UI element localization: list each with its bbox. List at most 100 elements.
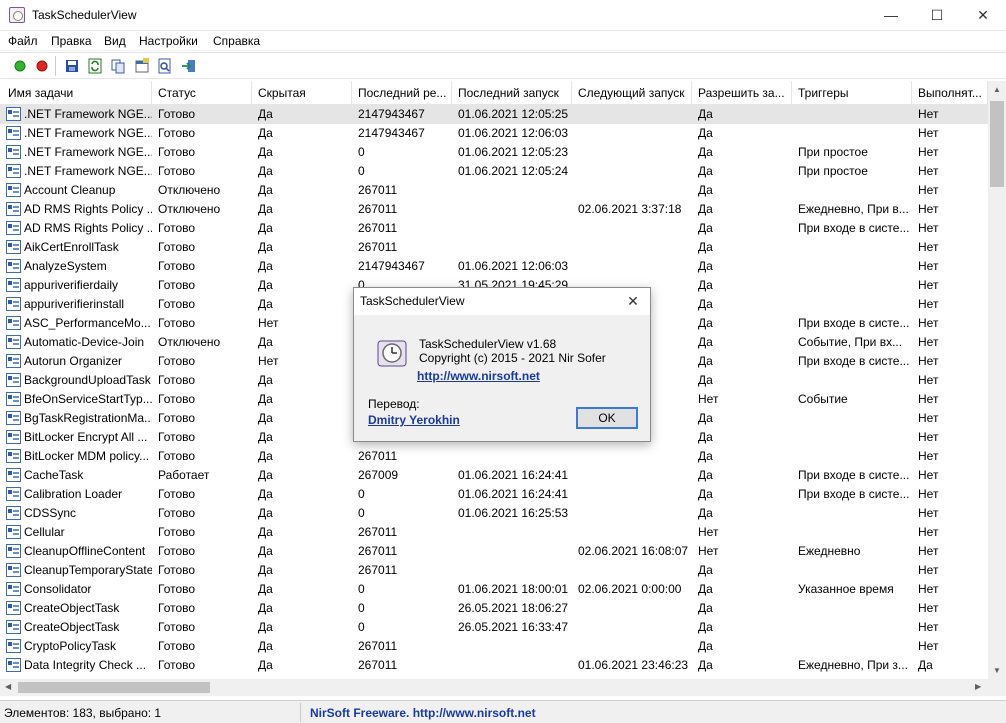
cell-next-run: 01.06.2021 23:46:23 — [578, 658, 689, 672]
status-nirsoft-link[interactable]: NirSoft Freeware. http://www.nirsoft.net — [310, 706, 536, 720]
table-row[interactable]: CDSSync Готово Да 0 01.06.2021 16:25:53 Да Нет — [0, 504, 988, 523]
minimize-button[interactable]: — — [868, 0, 914, 31]
status-item-count: Элементов: 183, выбрано: 1 — [4, 706, 162, 720]
cell-triggers — [790, 618, 912, 637]
menu-bar: Файл Правка Вид Настройки Справка — [0, 31, 1006, 51]
table-row[interactable]: CryptoPolicyTask Готово Да 267011 Да Нет — [0, 637, 988, 656]
column-header-hidden[interactable]: Скрытая — [250, 81, 352, 105]
scroll-left-icon[interactable]: ◀ — [5, 682, 11, 691]
menu-view[interactable]: Вид — [104, 34, 126, 48]
column-header-last-result[interactable]: Последний ре... — [350, 81, 452, 105]
scroll-up-icon[interactable]: ▲ — [993, 85, 1001, 94]
table-row[interactable]: Calibration Loader Готово Да 0 01.06.2021 16… — [0, 485, 988, 504]
about-website-link[interactable]: http://www.nirsoft.net — [417, 369, 540, 383]
maximize-button[interactable]: ☐ — [914, 0, 960, 31]
cell-task-name: Account Cleanup — [24, 183, 116, 197]
column-header-execute[interactable]: Выполнят... — [910, 81, 988, 105]
table-row[interactable]: .NET Framework NGE... Готово Да 2147943467 0… — [0, 105, 988, 124]
menu-help[interactable]: Справка — [213, 34, 260, 48]
table-row[interactable]: BitLocker MDM policy... Готово Да 267011 Да Н… — [0, 447, 988, 466]
cell-execute: Нет — [918, 430, 939, 444]
menu-settings[interactable]: Настройки — [139, 34, 198, 48]
table-row[interactable]: CleanupOfflineContent Готово Да 267011 02.06… — [0, 542, 988, 561]
copy-icon[interactable] — [110, 58, 126, 74]
about-ok-button[interactable]: OK — [576, 407, 638, 429]
properties-icon[interactable] — [134, 58, 150, 74]
find-icon[interactable] — [157, 58, 173, 74]
cell-status: Готово — [158, 544, 196, 558]
vertical-scroll-thumb[interactable] — [990, 101, 1004, 187]
cell-status: Готово — [158, 354, 196, 368]
close-button[interactable]: ✕ — [960, 0, 1006, 31]
table-row[interactable]: CreateObjectTask Готово Да 0 26.05.2021 18:0… — [0, 599, 988, 618]
refresh-icon[interactable] — [87, 58, 103, 74]
cell-last-run — [450, 447, 572, 466]
table-row[interactable]: .NET Framework NGE... Готово Да 2147943467 0… — [0, 124, 988, 143]
green-circle-icon[interactable] — [12, 58, 28, 74]
cell-status: Готово — [158, 411, 196, 425]
column-header-allow-demand[interactable]: Разрешить за... — [690, 81, 792, 105]
table-row[interactable]: AikCertEnrollTask Готово Да 267011 Да Нет — [0, 238, 988, 257]
cell-next-run — [570, 485, 692, 504]
cell-hidden: Да — [258, 297, 273, 311]
cell-allow-demand: Нет — [698, 544, 719, 558]
table-row[interactable]: .NET Framework NGE... Готово Да 0 01.06.2021… — [0, 162, 988, 181]
cell-triggers: Событие, При вх... — [798, 335, 903, 349]
cell-task-name: .NET Framework NGE... — [24, 164, 152, 178]
cell-task-name: BgTaskRegistrationMa... — [24, 411, 152, 425]
cell-hidden: Да — [258, 582, 273, 596]
cell-last-result: 267011 — [358, 183, 398, 197]
cell-task-name: CryptoPolicyTask — [24, 639, 117, 653]
cell-hidden: Да — [258, 506, 273, 520]
toolbar — [0, 52, 1006, 79]
cell-task-name: AD RMS Rights Policy ... — [24, 202, 152, 216]
cell-last-run: 01.06.2021 12:05:25 — [458, 107, 569, 121]
table-row[interactable]: AD RMS Rights Policy ... Отключено Да 26701… — [0, 200, 988, 219]
table-row[interactable]: AD RMS Rights Policy ... Готово Да 267011 Да… — [0, 219, 988, 238]
menu-file[interactable]: Файл — [8, 34, 38, 48]
cell-execute: Нет — [918, 506, 939, 520]
scroll-down-icon[interactable]: ▼ — [993, 666, 1001, 675]
cell-execute: Нет — [918, 354, 939, 368]
cell-hidden: Да — [258, 544, 273, 558]
horizontal-scrollbar[interactable]: ◀ ▶ — [0, 679, 988, 696]
table-row[interactable]: CleanupTemporaryState Готово Да 267011 Да Нет — [0, 561, 988, 580]
cell-next-run — [570, 105, 692, 124]
window-title: TaskSchedulerView — [32, 8, 137, 22]
cell-last-result: 267011 — [358, 639, 398, 653]
cell-task-name: BfeOnServiceStartTyp... — [24, 392, 152, 406]
cell-allow-demand: Нет — [698, 525, 719, 539]
cell-execute: Нет — [918, 164, 939, 178]
horizontal-scroll-thumb[interactable] — [18, 682, 210, 693]
table-row[interactable]: Consolidator Готово Да 0 01.06.2021 18:00:01… — [0, 580, 988, 599]
table-row[interactable]: Account Cleanup Отключено Да 267011 Да Нет — [0, 181, 988, 200]
cell-task-name: CleanupOfflineContent — [24, 544, 146, 558]
column-header-triggers[interactable]: Триггеры — [790, 81, 912, 105]
cell-hidden: Да — [258, 240, 273, 254]
table-row[interactable]: AnalyzeSystem Готово Да 2147943467 01.06.202… — [0, 257, 988, 276]
cell-allow-demand: Да — [698, 620, 713, 634]
cell-execute: Нет — [918, 221, 939, 235]
table-row[interactable]: .NET Framework NGE... Готово Да 0 01.06.2021… — [0, 143, 988, 162]
table-row[interactable]: CacheTask Работает Да 267009 01.06.2021 16:2… — [0, 466, 988, 485]
column-header-task-name[interactable]: Имя задачи — [0, 81, 152, 105]
exit-icon[interactable] — [181, 58, 197, 74]
save-icon[interactable] — [64, 58, 80, 74]
about-dialog-close-button[interactable]: ✕ — [616, 288, 650, 315]
red-circle-icon[interactable] — [34, 58, 50, 74]
table-row[interactable]: Data Integrity Check ... Готово Да 267011 01… — [0, 656, 988, 675]
column-header-next-run[interactable]: Следующий запуск — [570, 81, 692, 105]
scroll-right-icon[interactable]: ▶ — [975, 682, 981, 691]
cell-last-result: 2147943467 — [358, 107, 425, 121]
table-row[interactable]: Cellular Готово Да 267011 Нет Нет — [0, 523, 988, 542]
table-row[interactable]: CreateObjectTask Готово Да 0 26.05.2021 16:3… — [0, 618, 988, 637]
cell-next-run — [570, 257, 692, 276]
column-header: Имя задачи Статус Скрытая Последний ре..… — [0, 81, 988, 105]
cell-status: Готово — [158, 126, 196, 140]
about-translator-link[interactable]: Dmitry Yerokhin — [368, 413, 460, 427]
column-header-status[interactable]: Статус — [150, 81, 252, 105]
cell-status: Готово — [158, 373, 196, 387]
vertical-scrollbar[interactable]: ▲ ▼ — [988, 81, 1006, 679]
menu-edit[interactable]: Правка — [51, 34, 92, 48]
column-header-last-run[interactable]: Последний запуск — [450, 81, 572, 105]
